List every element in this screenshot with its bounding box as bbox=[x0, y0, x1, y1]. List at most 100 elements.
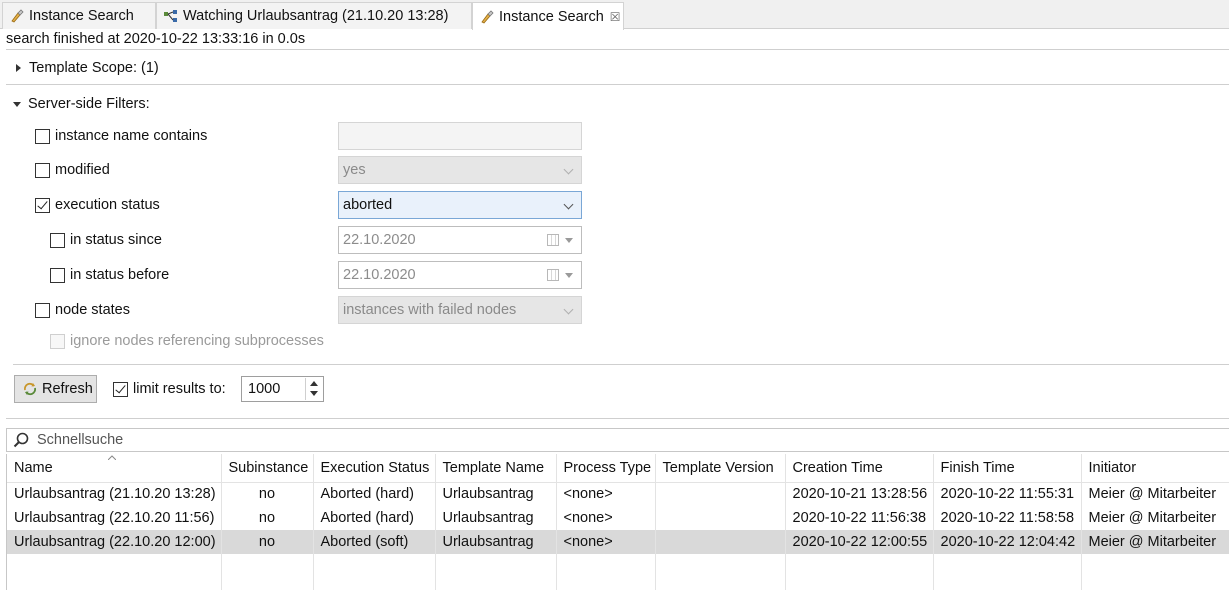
status-before-date[interactable]: 22.10.2020 bbox=[338, 261, 582, 289]
column-header-name[interactable]: Name bbox=[7, 454, 222, 483]
limit-results-spinner[interactable]: 1000 bbox=[241, 376, 324, 402]
cell-finish-time: 2020-10-22 11:55:31 bbox=[933, 482, 1082, 506]
limit-results: limit results to: bbox=[113, 378, 226, 400]
instance-name-checkbox[interactable] bbox=[35, 128, 50, 144]
cell-name: Urlaubsantrag (22.10.20 12:00) bbox=[7, 530, 222, 554]
spinner-arrows[interactable] bbox=[305, 378, 322, 400]
filter-status-since: in status since bbox=[50, 229, 162, 251]
template-scope-label: Template Scope: (1) bbox=[29, 60, 159, 76]
cell-template-version bbox=[655, 482, 786, 506]
column-header-process-type[interactable]: Process Type bbox=[556, 454, 656, 483]
refresh-icon bbox=[23, 382, 37, 396]
filter-node-states: node states bbox=[35, 299, 130, 321]
table-row[interactable]: Urlaubsantrag (21.10.20 13:28) no Aborte… bbox=[7, 482, 1229, 506]
filter-ignore-nodes: ignore nodes referencing subprocesses bbox=[50, 330, 324, 352]
process-watch-icon bbox=[163, 8, 179, 24]
ignore-nodes-label: ignore nodes referencing subprocesses bbox=[70, 333, 324, 349]
cell-initiator: Meier @ Mitarbeiter bbox=[1081, 530, 1229, 554]
status-since-checkbox[interactable] bbox=[50, 232, 65, 248]
cell-initiator: Meier @ Mitarbeiter bbox=[1081, 482, 1229, 506]
cell-initiator: Meier @ Mitarbeiter bbox=[1081, 506, 1229, 530]
modified-label: modified bbox=[55, 162, 110, 178]
tab-label: Instance Search bbox=[499, 8, 604, 25]
search-icon bbox=[13, 432, 29, 448]
column-header-finish-time[interactable]: Finish Time bbox=[933, 454, 1082, 483]
close-icon[interactable]: ☒ bbox=[610, 10, 621, 24]
cell-template-version bbox=[655, 506, 786, 530]
tab-label: Watching Urlaubsantrag (21.10.20 13:28) bbox=[183, 8, 449, 24]
divider bbox=[13, 364, 1229, 365]
refresh-button[interactable]: Refresh bbox=[14, 375, 97, 403]
cell-template-name: Urlaubsantrag bbox=[435, 506, 557, 530]
column-header-template-version[interactable]: Template Version bbox=[655, 454, 786, 483]
cell-execution-status: Aborted (hard) bbox=[313, 506, 436, 530]
divider bbox=[6, 84, 1229, 85]
limit-results-checkbox[interactable] bbox=[113, 381, 128, 397]
server-filters-label: Server-side Filters: bbox=[28, 96, 150, 112]
divider bbox=[6, 418, 1229, 419]
node-states-select[interactable]: instances with failed nodes bbox=[338, 296, 582, 324]
execution-status-label: execution status bbox=[55, 197, 160, 213]
cell-template-version bbox=[655, 530, 786, 554]
filter-execution-status: execution status bbox=[35, 194, 160, 216]
column-header-template-name[interactable]: Template Name bbox=[435, 454, 557, 483]
chevron-down-icon bbox=[563, 199, 574, 210]
divider bbox=[6, 49, 1229, 50]
column-header-execution-status[interactable]: Execution Status bbox=[313, 454, 436, 483]
table-empty-row bbox=[7, 554, 1229, 590]
table-row[interactable]: Urlaubsantrag (22.10.20 11:56) no Aborte… bbox=[7, 506, 1229, 530]
dropdown-arrow-icon[interactable] bbox=[565, 273, 573, 278]
tab-instance-search-2[interactable]: Instance Search ☒ bbox=[472, 2, 624, 30]
sort-ascending-icon bbox=[108, 455, 116, 460]
column-header-initiator[interactable]: Initiator bbox=[1081, 454, 1229, 483]
dropdown-arrow-icon[interactable] bbox=[565, 238, 573, 243]
cell-creation-time: 2020-10-22 12:00:55 bbox=[785, 530, 934, 554]
node-states-checkbox[interactable] bbox=[35, 302, 50, 318]
search-status-text: search finished at 2020-10-22 13:33:16 i… bbox=[6, 31, 306, 47]
cell-process-type: <none> bbox=[556, 530, 656, 554]
column-header-creation-time[interactable]: Creation Time bbox=[785, 454, 934, 483]
cell-template-name: Urlaubsantrag bbox=[435, 530, 557, 554]
column-header-subinstance[interactable]: Subinstance bbox=[221, 454, 314, 483]
results-table: Name Subinstance Execution Status Templa… bbox=[6, 454, 1229, 590]
node-states-value: instances with failed nodes bbox=[343, 302, 517, 318]
quick-search-placeholder: Schnellsuche bbox=[37, 432, 124, 448]
limit-results-value: 1000 bbox=[248, 381, 281, 397]
table-header-row: Name Subinstance Execution Status Templa… bbox=[7, 454, 1229, 483]
modified-select[interactable]: yes bbox=[338, 156, 582, 184]
arrow-up-icon[interactable] bbox=[310, 381, 318, 386]
modified-checkbox[interactable] bbox=[35, 162, 50, 178]
modified-value: yes bbox=[343, 162, 366, 178]
arrow-down-icon[interactable] bbox=[310, 391, 318, 396]
execution-status-checkbox[interactable] bbox=[35, 197, 50, 213]
instance-name-label: instance name contains bbox=[55, 128, 208, 144]
cell-finish-time: 2020-10-22 12:04:42 bbox=[933, 530, 1082, 554]
status-before-value: 22.10.2020 bbox=[343, 267, 416, 283]
tab-watching-urlaubsantrag[interactable]: Watching Urlaubsantrag (21.10.20 13:28) bbox=[156, 2, 472, 29]
tab-instance-search-1[interactable]: Instance Search bbox=[2, 2, 156, 29]
calendar-icon[interactable] bbox=[547, 234, 559, 246]
status-since-date[interactable]: 22.10.2020 bbox=[338, 226, 582, 254]
chevron-down-icon bbox=[563, 164, 574, 175]
server-filters-toggle[interactable]: Server-side Filters: bbox=[13, 94, 150, 114]
calendar-icon[interactable] bbox=[547, 269, 559, 281]
quick-search-input[interactable]: Schnellsuche bbox=[6, 428, 1229, 452]
filter-status-before: in status before bbox=[50, 264, 169, 286]
collapse-down-icon bbox=[13, 101, 21, 107]
cell-name: Urlaubsantrag (21.10.20 13:28) bbox=[7, 482, 222, 506]
execution-status-select[interactable]: aborted bbox=[338, 191, 582, 219]
cell-creation-time: 2020-10-21 13:28:56 bbox=[785, 482, 934, 506]
status-before-checkbox[interactable] bbox=[50, 267, 65, 283]
cell-creation-time: 2020-10-22 11:56:38 bbox=[785, 506, 934, 530]
cell-execution-status: Aborted (soft) bbox=[313, 530, 436, 554]
cell-finish-time: 2020-10-22 11:58:58 bbox=[933, 506, 1082, 530]
instance-search-icon bbox=[479, 9, 495, 25]
editor-tab-bar: Instance Search Watching Urlaubsantrag (… bbox=[0, 0, 1229, 30]
ignore-nodes-checkbox[interactable] bbox=[50, 333, 65, 349]
table-row-selected[interactable]: Urlaubsantrag (22.10.20 12:00) no Aborte… bbox=[7, 530, 1229, 554]
filter-modified: modified bbox=[35, 159, 110, 181]
filter-instance-name: instance name contains bbox=[35, 125, 207, 147]
template-scope-toggle[interactable]: Template Scope: (1) bbox=[13, 58, 159, 78]
instance-name-input[interactable] bbox=[338, 122, 582, 150]
cell-template-name: Urlaubsantrag bbox=[435, 482, 557, 506]
